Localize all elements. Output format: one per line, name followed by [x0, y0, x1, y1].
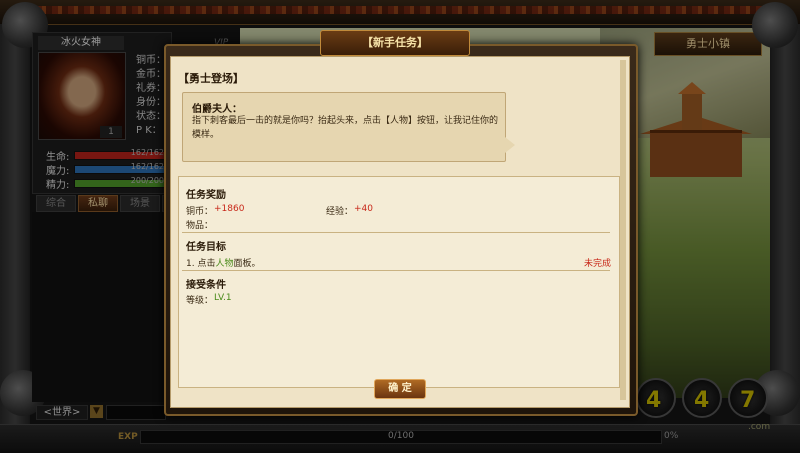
copper-value: +1860 — [214, 204, 245, 214]
rewards-title: 任务奖励 — [186, 190, 226, 201]
level-requirement-value: LV.1 — [214, 293, 232, 303]
items-label: 物品： — [186, 221, 214, 231]
divider — [182, 232, 610, 233]
copper-label: 铜币： — [186, 207, 214, 217]
objective-line: 1. 点击人物面板。 — [186, 256, 260, 269]
game-screen: 勇士小镇 冰火女神 1 VIP 铜币： 金币： 礼券： 身份： 状态： P K：… — [0, 0, 800, 453]
npc-speaker: 伯爵夫人： — [192, 104, 242, 115]
exp-reward-value: +40 — [354, 204, 373, 214]
conditions-title: 接受条件 — [186, 280, 226, 291]
divider — [182, 270, 610, 271]
exp-reward-label: 经验： — [326, 207, 354, 217]
quest-dialog-title: 【新手任务】 — [320, 30, 470, 56]
npc-speech-text: 指下刺客最后一击的就是你吗？抬起头来，点击【人物】按钮，让我记住你的模样。 — [192, 116, 499, 140]
dialog-scrollbar[interactable] — [620, 60, 626, 400]
level-requirement-label: 等级： — [186, 296, 214, 306]
confirm-button[interactable]: 确 定 — [374, 379, 426, 399]
objective-link[interactable]: 人物 — [215, 259, 233, 269]
objective-status: 未完成 — [584, 259, 612, 269]
objective-title: 任务目标 — [186, 242, 226, 253]
quest-name: 【勇士登场】 — [178, 72, 244, 85]
objective-prefix: 1. 点击 — [186, 259, 216, 269]
objective-suffix: 面板。 — [233, 259, 261, 269]
